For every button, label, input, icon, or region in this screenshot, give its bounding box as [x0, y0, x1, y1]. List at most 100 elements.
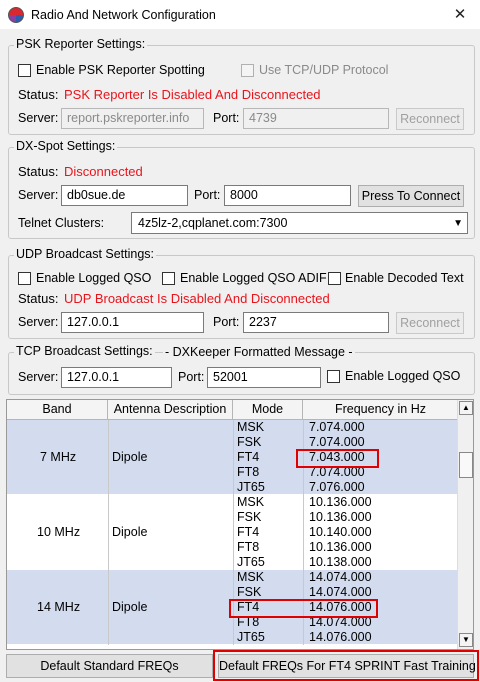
udp-logged-adif-checkbox[interactable]: [162, 272, 175, 285]
column-divider: [108, 570, 109, 645]
psk-status-value: PSK Reporter Is Disabled And Disconnecte…: [64, 87, 321, 102]
dx-server-label: Server:: [18, 188, 59, 202]
mode-cell: JT65: [237, 480, 265, 494]
mode-cell: MSK: [237, 495, 265, 509]
udp-server-label: Server:: [18, 315, 59, 329]
udp-logged-qso-label: Enable Logged QSO: [36, 271, 152, 285]
antenna-cell: Dipole: [112, 525, 148, 539]
column-divider: [233, 495, 234, 570]
chevron-down-icon: ▼: [453, 218, 463, 229]
tcp-logged-qso-label: Enable Logged QSO: [345, 369, 461, 383]
mode-cell: FT8: [237, 465, 260, 479]
frequency-cell[interactable]: 14.076.000: [309, 630, 372, 645]
tcp-server-field[interactable]: 127.0.0.1: [61, 367, 172, 388]
udp-status-label: Status:: [18, 291, 59, 306]
scroll-up-icon[interactable]: ▲: [459, 401, 473, 415]
frequency-cell[interactable]: 14.074.000: [309, 570, 372, 585]
header-antenna[interactable]: Antenna Description: [108, 400, 233, 420]
tcp-port-field[interactable]: 52001: [207, 367, 321, 388]
udp-status-value: UDP Broadcast Is Disabled And Disconnect…: [64, 291, 330, 306]
default-standard-freqs-button[interactable]: Default Standard FREQs: [6, 654, 213, 678]
frequency-table: Band Antenna Description Mode Frequency …: [6, 399, 474, 650]
mode-cell: JT65: [237, 630, 265, 644]
psk-reconnect-button[interactable]: Reconnect: [396, 108, 464, 130]
frequency-cell[interactable]: 10.136.000: [309, 495, 372, 510]
udp-server-field[interactable]: 127.0.0.1: [61, 312, 204, 333]
band-cell: 10 MHz: [37, 525, 81, 539]
highlight-7mhz-ft4-frequency: [296, 449, 379, 468]
window-title: Radio And Network Configuration: [31, 8, 216, 22]
header-mode[interactable]: Mode: [233, 400, 303, 420]
frequency-cell[interactable]: 10.136.000: [309, 540, 372, 555]
table-scrollbar[interactable]: ▲ ▼: [457, 400, 473, 649]
band-cell: 7 MHz: [40, 450, 77, 464]
band-cell: 14 MHz: [37, 600, 81, 614]
dx-status-label: Status:: [18, 164, 59, 179]
udp-decoded-text-label: Enable Decoded Text: [345, 271, 464, 285]
title-bar: Radio And Network Configuration ✕: [0, 0, 480, 30]
mode-cell: JT65: [237, 555, 265, 569]
frequency-cell[interactable]: 7.074.000: [309, 435, 365, 450]
tcp-udp-protocol-label: Use TCP/UDP Protocol: [259, 63, 389, 77]
frequency-cell[interactable]: 10.140.000: [309, 525, 372, 540]
frequency-cell[interactable]: 7.076.000: [309, 480, 365, 495]
udp-logged-adif-label: Enable Logged QSO ADIF: [180, 271, 327, 285]
header-frequency[interactable]: Frequency in Hz: [303, 400, 459, 420]
close-icon[interactable]: ✕: [440, 0, 480, 30]
dx-server-field[interactable]: db0sue.de: [61, 185, 188, 206]
udp-reconnect-button[interactable]: Reconnect: [396, 312, 464, 334]
dx-spot-legend: DX-Spot Settings:: [14, 139, 118, 153]
mode-cell: FSK: [237, 510, 262, 524]
tcp-port-label: Port:: [178, 370, 205, 384]
tcp-logged-qso-checkbox[interactable]: [327, 370, 340, 383]
udp-logged-qso-checkbox[interactable]: [18, 272, 31, 285]
tcp-udp-protocol-checkbox[interactable]: [241, 64, 254, 77]
psk-server-label: Server:: [18, 111, 59, 125]
udp-broadcast-legend: UDP Broadcast Settings:: [14, 247, 157, 261]
psk-port-field[interactable]: 4739: [243, 108, 389, 129]
mode-cell: FSK: [237, 585, 262, 599]
telnet-clusters-label: Telnet Clusters:: [18, 216, 105, 230]
table-row-7mhz[interactable]: 7 MHz Dipole MSK FSK FT4 FT8 JT65 7.074.…: [7, 420, 459, 495]
enable-psk-label: Enable PSK Reporter Spotting: [36, 63, 205, 77]
psk-server-field[interactable]: report.pskreporter.info: [61, 108, 204, 129]
tcp-broadcast-legend: TCP Broadcast Settings:: [14, 344, 155, 358]
scroll-thumb[interactable]: [459, 452, 473, 478]
udp-decoded-text-checkbox[interactable]: [328, 272, 341, 285]
table-row-10mhz[interactable]: 10 MHz Dipole MSK FSK FT4 FT8 JT65 10.13…: [7, 495, 459, 570]
scroll-down-icon[interactable]: ▼: [459, 633, 473, 647]
frequency-cell[interactable]: 10.136.000: [309, 510, 372, 525]
psk-status-label: Status:: [18, 87, 59, 102]
frequency-cell[interactable]: 14.074.000: [309, 585, 372, 600]
default-ft4-sprint-button[interactable]: Default FREQs For FT4 SPRINT Fast Traini…: [218, 654, 476, 678]
mode-cell: FT4: [237, 525, 260, 539]
telnet-clusters-select[interactable]: 4z5lz-2,cqplanet.com:7300 ▼: [131, 212, 468, 234]
header-band[interactable]: Band: [7, 400, 108, 420]
frequency-cell[interactable]: 10.138.000: [309, 555, 372, 570]
tcp-note: - DXKeeper Formatted Message -: [163, 345, 355, 359]
column-divider: [233, 420, 234, 495]
antenna-cell: Dipole: [112, 600, 148, 614]
table-header: Band Antenna Description Mode Frequency …: [7, 400, 459, 420]
udp-port-field[interactable]: 2237: [243, 312, 389, 333]
press-to-connect-button[interactable]: Press To Connect: [358, 185, 464, 207]
udp-port-label: Port:: [213, 315, 240, 329]
app-icon: [8, 7, 24, 23]
frequency-cell[interactable]: 7.074.000: [309, 420, 365, 435]
antenna-cell: Dipole: [112, 450, 148, 464]
highlight-14mhz-ft4-row: [229, 599, 378, 618]
column-divider: [108, 495, 109, 570]
mode-cell: MSK: [237, 570, 265, 584]
column-divider: [303, 495, 304, 570]
mode-cell: FSK: [237, 435, 262, 449]
psk-port-label: Port:: [213, 111, 240, 125]
dx-port-field[interactable]: 8000: [224, 185, 351, 206]
mode-cell: MSK: [237, 420, 265, 434]
telnet-clusters-value: 4z5lz-2,cqplanet.com:7300: [138, 216, 288, 230]
psk-reporter-legend: PSK Reporter Settings:: [14, 37, 148, 51]
enable-psk-checkbox[interactable]: [18, 64, 31, 77]
column-divider: [108, 420, 109, 495]
dx-port-label: Port:: [194, 188, 221, 202]
tcp-server-label: Server:: [18, 370, 59, 384]
mode-cell: FT8: [237, 540, 260, 554]
